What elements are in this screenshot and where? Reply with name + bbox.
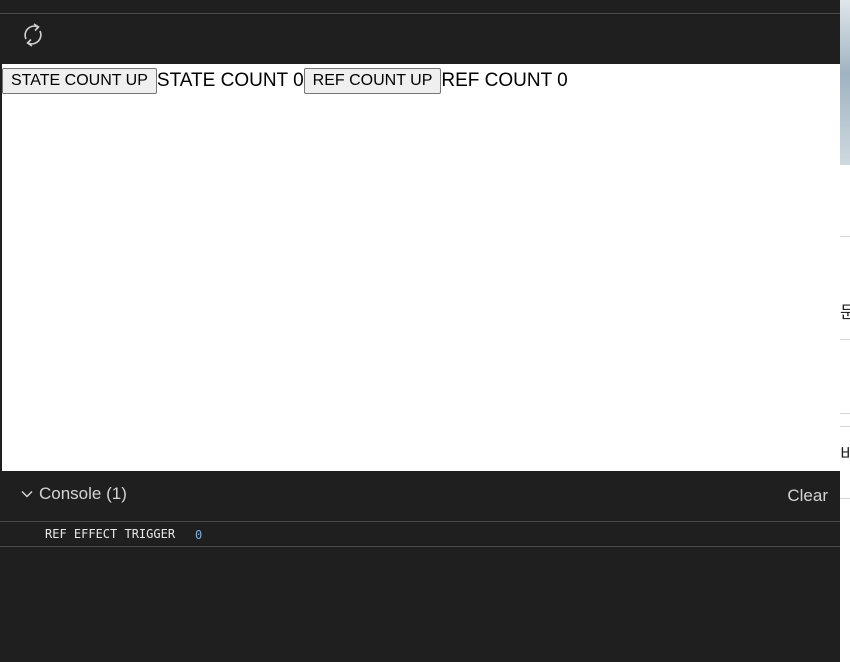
background-image xyxy=(840,0,850,165)
divider xyxy=(840,413,850,414)
preview-toolbar xyxy=(0,14,840,63)
divider xyxy=(840,498,850,499)
console-log-row: REF EFFECT TRIGGER 0 xyxy=(0,522,840,547)
console-toggle[interactable]: Console (1) xyxy=(20,484,127,504)
console-title: Console (1) xyxy=(39,484,127,503)
ref-count-label: REF COUNT 0 xyxy=(441,70,568,91)
top-strip xyxy=(0,0,840,14)
log-value: 0 xyxy=(195,528,203,542)
background-page: 문 비 xyxy=(840,0,850,662)
sandbox-panel: STATE COUNT UP STATE COUNT 0 REF COUNT U… xyxy=(0,0,840,662)
state-count-up-button[interactable]: STATE COUNT UP xyxy=(2,68,157,94)
clear-button[interactable]: Clear xyxy=(787,486,828,506)
preview-frame: STATE COUNT UP STATE COUNT 0 REF COUNT U… xyxy=(2,64,840,471)
ref-count-up-button[interactable]: REF COUNT UP xyxy=(303,68,442,94)
state-count-label: STATE COUNT 0 xyxy=(156,70,304,91)
background-text: 문 xyxy=(840,303,850,323)
app-row: STATE COUNT UP STATE COUNT 0 REF COUNT U… xyxy=(2,64,840,94)
divider xyxy=(840,339,850,340)
background-text: 비 xyxy=(840,445,850,465)
refresh-icon xyxy=(24,23,42,47)
divider xyxy=(840,236,850,237)
console-header: Console (1) Clear xyxy=(0,471,840,522)
chevron-down-icon xyxy=(21,490,33,498)
divider xyxy=(840,426,850,427)
refresh-button[interactable] xyxy=(18,20,48,50)
log-message: REF EFFECT TRIGGER xyxy=(45,527,176,541)
